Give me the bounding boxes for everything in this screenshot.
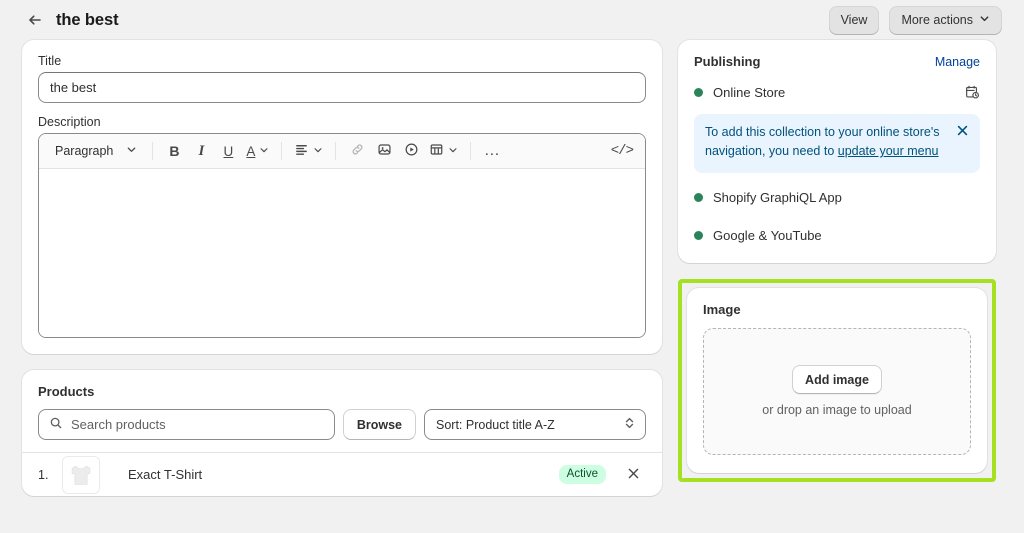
description-editor: Paragraph B I U A … </> <box>38 133 646 338</box>
manage-link[interactable]: Manage <box>935 55 980 69</box>
image-icon <box>377 142 392 160</box>
image-heading: Image <box>703 301 741 317</box>
browse-button-label: Browse <box>356 417 402 432</box>
insert-video-button[interactable] <box>398 138 424 164</box>
arrow-left-icon <box>27 12 43 28</box>
page-title: the best <box>56 10 119 29</box>
align-left-icon <box>294 142 309 160</box>
title-label: Title <box>38 54 62 68</box>
remove-product-button[interactable] <box>620 462 646 488</box>
editor-toolbar: Paragraph B I U A … </> <box>39 134 645 169</box>
products-card: Products Browse Sort: Product title A-Z <box>22 370 662 496</box>
description-block: Description Paragraph B I U A … </> <box>38 115 646 338</box>
title-description-card: Title Description Paragraph <box>22 40 662 354</box>
status-badge: Active <box>558 464 606 485</box>
browse-button[interactable]: Browse <box>342 409 416 440</box>
image-card-highlight: Image Add image or drop an image to uplo… <box>678 278 996 482</box>
add-image-button[interactable]: Add image <box>792 365 882 395</box>
chevron-down-icon <box>448 144 458 158</box>
more-actions-button[interactable]: More actions <box>889 5 1002 35</box>
chevron-down-icon <box>126 144 137 158</box>
description-textarea[interactable] <box>39 169 645 337</box>
code-view-button[interactable]: </> <box>607 138 637 164</box>
table-row[interactable]: 1. Exact T-Shirt Active <box>22 452 662 496</box>
status-dot-icon <box>694 193 703 203</box>
chevron-down-icon <box>979 13 990 27</box>
drop-hint-text: or drop an image to upload <box>762 403 912 418</box>
underline-icon: U <box>223 143 234 159</box>
sort-select-label: Sort: Product title A-Z <box>436 417 555 432</box>
link-button[interactable] <box>344 138 370 164</box>
top-bar: the best View More actions <box>0 0 1024 40</box>
search-products-input[interactable] <box>71 417 324 432</box>
search-products-field[interactable] <box>38 409 335 440</box>
chevron-down-icon <box>313 144 323 158</box>
code-icon: </> <box>610 143 634 159</box>
side-column: Publishing Manage Online Store To add th… <box>678 40 996 482</box>
title-input[interactable] <box>38 72 646 103</box>
toolbar-divider <box>152 142 154 160</box>
products-heading: Products <box>38 384 95 399</box>
image-card: Image Add image or drop an image to uplo… <box>687 287 987 473</box>
publishing-card: Publishing Manage Online Store To add th… <box>678 40 996 263</box>
view-button[interactable]: View <box>828 5 880 35</box>
chevron-down-icon <box>259 144 269 158</box>
close-icon <box>956 124 969 140</box>
italic-icon: I <box>198 142 205 159</box>
toolbar-divider <box>470 142 472 160</box>
page-layout: Title Description Paragraph <box>0 40 1024 496</box>
link-icon <box>350 142 365 160</box>
channel-name: Google & YouTube <box>713 228 822 244</box>
calendar-clock-icon[interactable] <box>964 84 980 100</box>
search-icon <box>49 416 63 433</box>
more-actions-label: More actions <box>901 13 973 27</box>
underline-button[interactable]: U <box>215 138 241 164</box>
text-color-button[interactable]: A <box>242 138 273 164</box>
update-menu-link[interactable]: update your menu <box>838 144 939 158</box>
publishing-header: Publishing Manage <box>694 54 980 69</box>
publishing-heading: Publishing <box>694 54 761 69</box>
description-label: Description <box>38 115 101 129</box>
italic-button[interactable]: I <box>188 138 214 164</box>
insert-table-button[interactable] <box>425 138 462 164</box>
image-dropzone[interactable]: Add image or drop an image to upload <box>703 327 971 455</box>
insert-image-button[interactable] <box>371 138 397 164</box>
product-thumbnail <box>62 455 100 494</box>
banner-text: To add this collection to your online st… <box>705 123 948 162</box>
channel-name: Shopify GraphiQL App <box>713 190 842 206</box>
bold-icon: B <box>169 143 180 159</box>
view-button-label: View <box>840 13 868 27</box>
sort-select[interactable]: Sort: Product title A-Z <box>424 409 646 440</box>
toolbar-divider <box>281 142 283 160</box>
navigation-banner: To add this collection to your online st… <box>694 114 980 173</box>
table-icon <box>429 142 444 160</box>
dismiss-banner-button[interactable] <box>956 124 969 140</box>
publishing-channel-online-store: Online Store <box>694 81 980 103</box>
toolbar-divider <box>335 142 337 160</box>
video-play-icon <box>404 142 419 160</box>
status-dot-icon <box>694 231 703 241</box>
channel-name: Online Store <box>713 84 786 100</box>
product-index: 1. <box>38 467 49 482</box>
close-icon <box>627 467 640 483</box>
ellipsis-icon: … <box>483 142 501 160</box>
bold-button[interactable]: B <box>161 138 187 164</box>
back-button[interactable] <box>24 9 46 31</box>
align-button[interactable] <box>290 138 327 164</box>
select-chevrons-icon <box>623 416 636 433</box>
text-color-icon: A <box>246 143 256 159</box>
products-list: 1. Exact T-Shirt Active <box>22 452 662 496</box>
publishing-channel-graphiql: Shopify GraphiQL App <box>694 187 980 209</box>
main-column: Title Description Paragraph <box>22 40 662 496</box>
more-options-button[interactable]: … <box>479 138 505 164</box>
products-controls: Browse Sort: Product title A-Z <box>38 409 646 440</box>
block-format-select[interactable]: Paragraph <box>47 138 144 164</box>
publishing-channel-google-youtube: Google & YouTube <box>694 225 980 247</box>
status-dot-icon <box>694 87 703 97</box>
add-image-label: Add image <box>805 372 869 387</box>
block-format-label: Paragraph <box>55 144 114 158</box>
product-name: Exact T-Shirt <box>128 467 203 482</box>
